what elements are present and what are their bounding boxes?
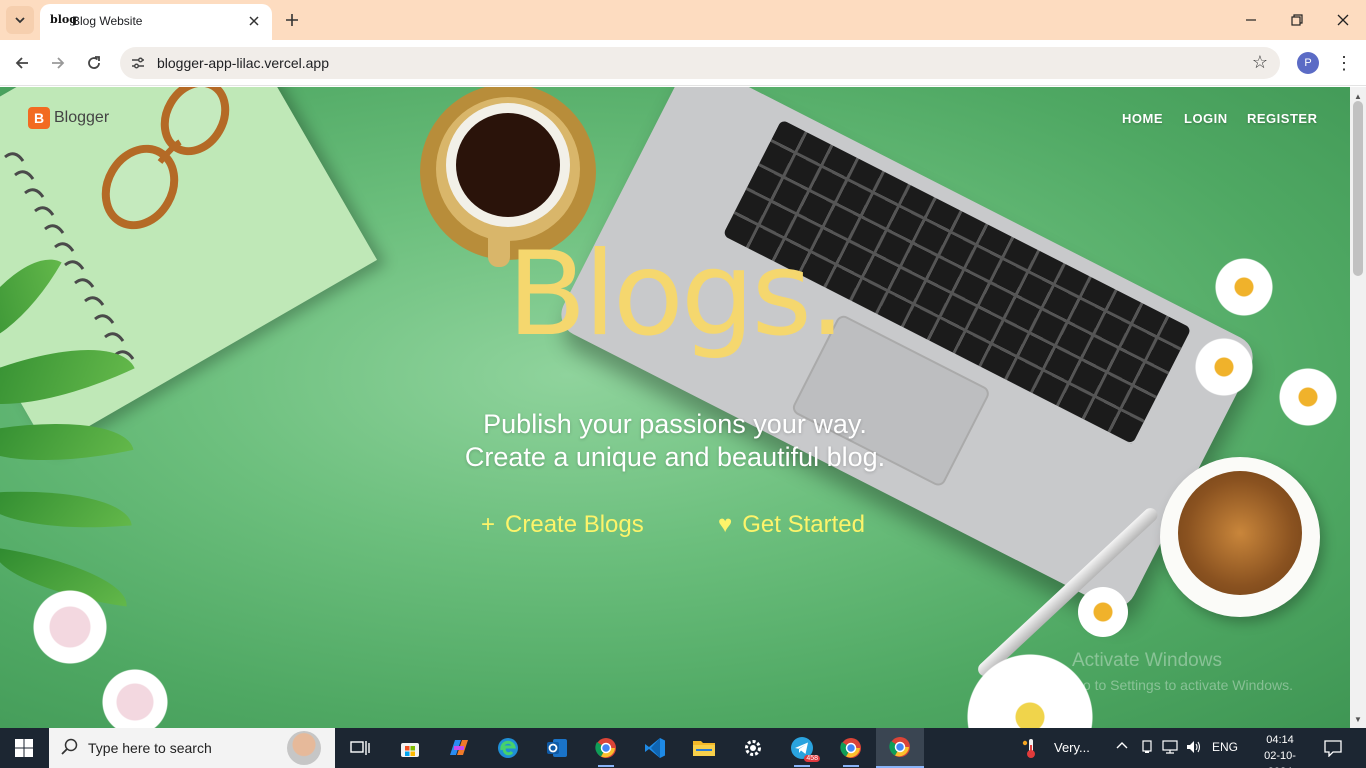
weather-icon[interactable] xyxy=(1016,728,1046,768)
search-icon xyxy=(61,738,78,755)
reload-button[interactable] xyxy=(80,49,108,77)
telegram-button[interactable]: 458 xyxy=(778,728,826,768)
get-started-button[interactable]: ♥ Get Started xyxy=(718,511,865,539)
search-placeholder: Type here to search xyxy=(88,740,212,756)
edge-browser-button[interactable] xyxy=(484,728,532,768)
reload-icon xyxy=(88,56,100,69)
restore-icon xyxy=(1291,14,1303,26)
volume-icon[interactable] xyxy=(1186,740,1202,757)
activate-windows-subtext: Go to Settings to activate Windows. xyxy=(1072,677,1293,693)
outlook-icon xyxy=(547,739,567,757)
plus-icon xyxy=(286,14,298,26)
store-icon xyxy=(401,743,419,757)
gear-icon xyxy=(745,740,761,756)
logo-text: Blogger xyxy=(54,109,110,126)
hero-tagline-line1: Publish your passions your way. xyxy=(483,409,867,439)
start-button[interactable] xyxy=(0,728,48,768)
url-text[interactable]: blogger-app-lilac.vercel.app xyxy=(157,55,329,71)
show-hidden-icons-chevron-icon[interactable] xyxy=(1116,740,1128,755)
page-scrollbar[interactable]: ▲ ▼ xyxy=(1350,87,1366,728)
site-info-icon[interactable] xyxy=(128,53,148,73)
browser-menu-icon[interactable]: ⋮ xyxy=(1334,50,1354,76)
hero-tagline-line2: Create a unique and beautiful blog. xyxy=(464,442,886,472)
file-explorer-button[interactable] xyxy=(680,728,728,768)
vscode-icon xyxy=(645,738,665,758)
close-icon xyxy=(249,16,259,26)
minimize-button[interactable] xyxy=(1228,0,1274,40)
task-view-icon xyxy=(350,741,370,755)
close-icon xyxy=(1337,14,1349,26)
chrome-icon xyxy=(595,738,616,758)
edge-icon xyxy=(498,738,518,758)
clock-time: 04:14 xyxy=(1266,734,1294,746)
microsoft-store-button[interactable] xyxy=(386,728,434,768)
chrome-profile-1-button[interactable] xyxy=(582,728,630,768)
eyeglasses-illustration xyxy=(101,87,230,230)
search-highlight-image xyxy=(287,731,321,765)
copilot-button[interactable] xyxy=(435,728,483,768)
daisy-flower-illustration xyxy=(100,667,170,728)
daisy-flower-illustration xyxy=(1078,587,1128,637)
minimize-icon xyxy=(1246,19,1256,21)
web-page: B Blogger HOME LOGIN REGISTER Blogs. Pub… xyxy=(0,87,1350,728)
restore-button[interactable] xyxy=(1274,0,1320,40)
notification-badge: 458 xyxy=(804,755,820,762)
clock-date: 02-10-2024 xyxy=(1264,750,1296,768)
folder-icon xyxy=(693,741,715,756)
tab-search-button[interactable] xyxy=(6,6,34,34)
scroll-down-arrow-icon[interactable]: ▼ xyxy=(1350,712,1366,726)
create-blogs-button[interactable]: + Create Blogs xyxy=(481,511,644,539)
create-blogs-label: Create Blogs xyxy=(505,511,644,538)
windows-logo-icon xyxy=(15,739,33,757)
blogger-logo[interactable]: B Blogger xyxy=(28,107,109,129)
weather-text[interactable]: Very... xyxy=(1054,740,1090,755)
settings-button[interactable] xyxy=(729,728,777,768)
outlook-button[interactable] xyxy=(533,728,581,768)
vscode-button[interactable] xyxy=(631,728,679,768)
browser-tab-active[interactable]: blog Blog Website xyxy=(40,4,272,40)
browser-toolbar: blogger-app-lilac.vercel.app ☆ P ⋮ xyxy=(0,40,1366,86)
taskbar-search-box[interactable]: Type here to search xyxy=(49,728,335,768)
plus-icon: + xyxy=(481,511,496,538)
blogger-logo-icon: B xyxy=(28,107,50,129)
nav-home-link[interactable]: HOME xyxy=(1122,111,1163,126)
copilot-icon xyxy=(450,740,468,755)
chrome-icon xyxy=(889,737,910,757)
chrome-active-window-button[interactable] xyxy=(876,728,924,768)
forward-button[interactable] xyxy=(44,49,72,77)
browser-tabbar: blog Blog Website xyxy=(0,0,1366,40)
new-tab-button[interactable] xyxy=(280,8,304,32)
scrollbar-thumb[interactable] xyxy=(1353,101,1363,276)
leaf-illustration xyxy=(0,480,132,539)
address-bar[interactable]: blogger-app-lilac.vercel.app ☆ xyxy=(120,47,1280,79)
nav-login-link[interactable]: LOGIN xyxy=(1184,111,1228,126)
close-window-button[interactable] xyxy=(1320,0,1366,40)
nav-register-link[interactable]: REGISTER xyxy=(1247,111,1317,126)
chrome-icon xyxy=(840,738,861,758)
arrow-right-icon xyxy=(52,57,65,69)
latte-cup-illustration xyxy=(1160,457,1320,617)
tab-close-button[interactable] xyxy=(244,11,264,31)
chevron-down-icon xyxy=(15,17,25,24)
get-started-label: Get Started xyxy=(742,511,865,538)
chrome-profile-2-button[interactable] xyxy=(827,728,875,768)
system-clock[interactable]: 04:14 02-10-2024 xyxy=(1252,732,1308,768)
heart-icon: ♥ xyxy=(718,511,733,538)
language-indicator[interactable]: ENG xyxy=(1212,740,1238,754)
device-icon[interactable] xyxy=(1140,740,1154,757)
network-icon[interactable] xyxy=(1162,740,1180,757)
back-button[interactable] xyxy=(8,49,36,77)
activate-windows-watermark: Activate Windows xyxy=(1072,650,1222,671)
windows-taskbar: Type here to search 458 Very... ENG 04:1… xyxy=(0,728,1366,768)
notifications-icon[interactable] xyxy=(1324,739,1342,760)
hero-title: Blogs. xyxy=(507,227,846,362)
profile-avatar[interactable]: P xyxy=(1297,52,1319,74)
task-view-button[interactable] xyxy=(336,728,384,768)
daisy-flower-illustration xyxy=(30,587,110,667)
tab-title: Blog Website xyxy=(72,14,143,28)
bookmark-star-icon[interactable]: ☆ xyxy=(1252,52,1268,73)
arrow-left-icon xyxy=(15,57,28,69)
